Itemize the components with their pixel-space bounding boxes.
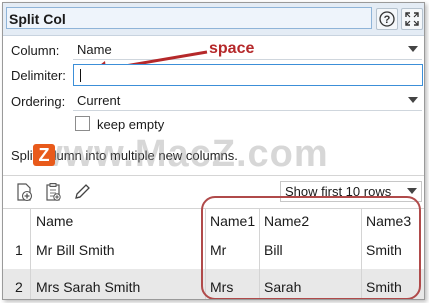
split-col-window: Split Col ? Column: Name space Delimiter… [2, 2, 425, 300]
expand-icon [405, 12, 419, 26]
paste-button[interactable] [42, 181, 64, 203]
expand-button[interactable] [401, 8, 423, 30]
edit-icon [75, 184, 90, 199]
add-column-button[interactable] [13, 181, 35, 203]
keep-empty-label: keep empty [97, 117, 165, 132]
paste-icon [46, 183, 61, 201]
ordering-select[interactable]: Current [73, 90, 422, 111]
svg-text:?: ? [384, 14, 391, 26]
chevron-down-icon [408, 46, 418, 52]
watermark-logo-icon: Z [33, 144, 55, 166]
ordering-label: Ordering: [11, 94, 66, 109]
row-index: 1 [15, 242, 23, 258]
add-column-icon [17, 183, 33, 202]
text-caret [80, 69, 81, 82]
divider [3, 175, 424, 176]
delimiter-input[interactable] [73, 64, 423, 86]
header-name[interactable]: Name [36, 213, 73, 229]
row-index: 2 [15, 279, 23, 295]
keep-empty-checkbox[interactable] [75, 116, 90, 131]
column-label: Column: [11, 43, 60, 58]
column-divider [30, 208, 31, 299]
title-bar: Split Col ? [3, 3, 424, 36]
chevron-down-icon [407, 188, 417, 194]
chevron-down-icon [408, 97, 418, 103]
new-columns-highlight [201, 196, 421, 299]
delimiter-label: Delimiter: [11, 68, 66, 83]
cell-name: Mr Bill Smith [36, 242, 115, 258]
cell-name: Mrs Sarah Smith [36, 279, 141, 295]
ordering-value: Current [77, 93, 121, 108]
watermark: www.MacZ.com [33, 133, 329, 175]
help-button[interactable]: ? [376, 8, 398, 30]
edit-button[interactable] [71, 181, 93, 203]
help-icon: ? [379, 11, 395, 27]
window-title: Split Col [9, 11, 66, 27]
